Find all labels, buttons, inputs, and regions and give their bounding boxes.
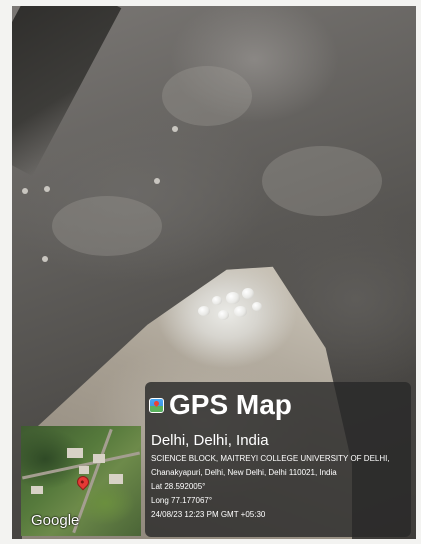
map-building — [67, 448, 83, 458]
dark-pipe-edge — [12, 6, 122, 177]
longitude: Long 77.177067° — [151, 496, 213, 505]
map-building — [93, 454, 105, 463]
place-name: Delhi, Delhi, India — [151, 432, 269, 449]
mushroom-cap — [226, 292, 240, 304]
mushroom-cap — [198, 306, 210, 316]
speck — [172, 126, 178, 132]
map-building — [109, 474, 123, 484]
app-title: GPS Map — [169, 389, 292, 420]
speck — [42, 256, 48, 262]
mini-map: Google — [21, 426, 141, 536]
wet-patch — [52, 196, 162, 256]
map-building — [31, 486, 43, 494]
speck — [154, 178, 160, 184]
map-building — [79, 466, 89, 474]
mushroom-cap — [234, 306, 247, 317]
mushroom-cap — [252, 302, 262, 311]
gps-info-overlay: GPS Map Delhi, Delhi, India SCIENCE BLOC… — [145, 382, 411, 537]
wet-patch — [162, 66, 252, 126]
address-line-1: SCIENCE BLOCK, MAITREYI COLLEGE UNIVERSI… — [151, 454, 390, 463]
address-line-2: Chanakyapuri, Delhi, New Delhi, Delhi 11… — [151, 468, 337, 477]
mushroom-cap — [218, 310, 229, 320]
latitude: Lat 28.592005° — [151, 482, 206, 491]
mushroom-cap — [242, 288, 254, 299]
speck — [44, 186, 50, 192]
speck — [22, 188, 28, 194]
timestamp: 24/08/23 12:23 PM GMT +05:30 — [151, 510, 266, 519]
image-frame: GPS Map Delhi, Delhi, India SCIENCE BLOC… — [0, 0, 421, 544]
wet-patch — [262, 146, 382, 216]
google-attribution: Google — [31, 512, 80, 529]
map-pin-icon — [149, 398, 164, 413]
mushroom-cap — [212, 296, 222, 305]
